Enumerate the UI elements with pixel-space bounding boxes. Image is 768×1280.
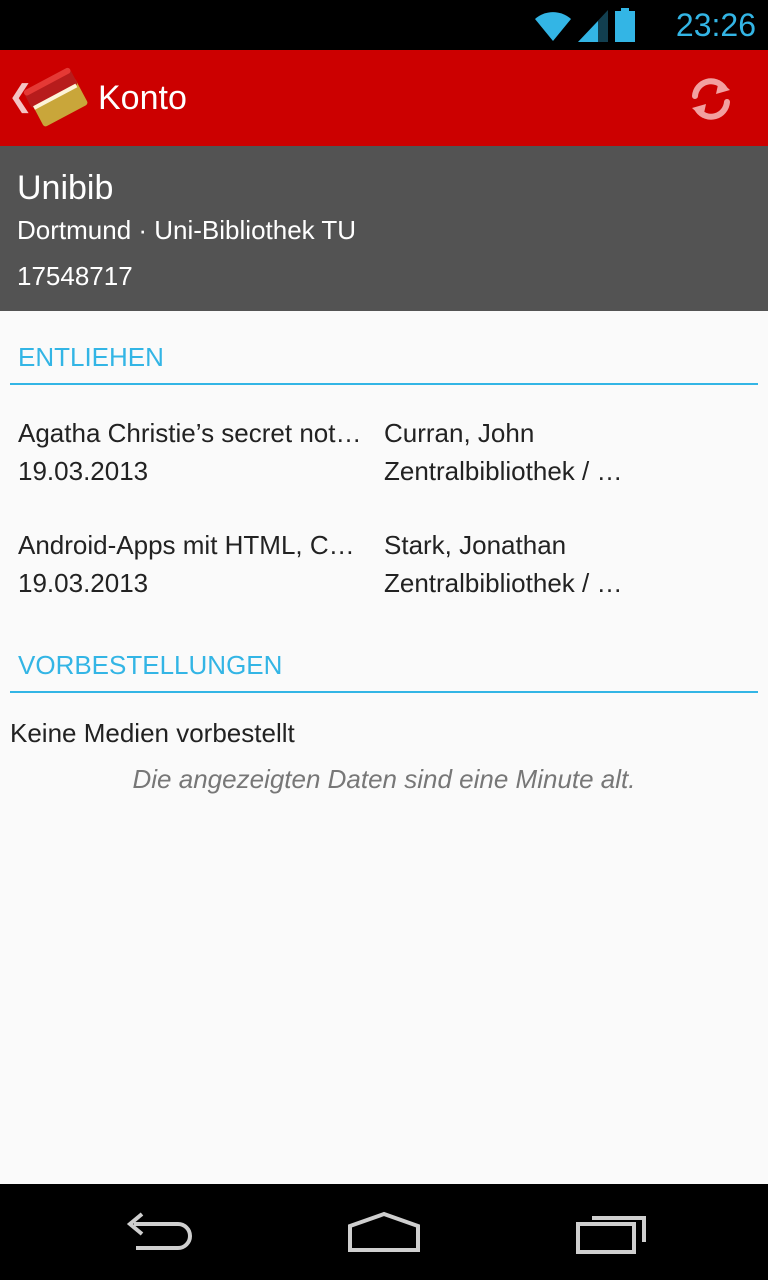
signal-icon [578,10,608,42]
item-due-date: 19.03.2013 [18,568,149,598]
item-branch: Zentralbibliothek / … [384,568,623,598]
item-author: Curran, John [384,418,535,448]
refresh-icon[interactable] [686,74,736,124]
item-author: Stark, Jonathan [384,530,567,560]
account-name: Unibib [17,169,114,207]
wifi-icon [535,12,571,41]
library-name: Dortmund · Uni-Bibliothek TU [17,215,357,245]
lent-item[interactable]: Agatha Christie’s secret not… 19.03.2013… [18,414,758,506]
reservations-empty-text: Keine Medien vorbestellt [10,718,295,748]
data-age-note: Die angezeigten Daten sind eine Minute a… [132,764,636,794]
item-title: Android-Apps mit HTML, C… [18,530,355,560]
action-bar: ❮ Konto [0,50,768,146]
recent-apps-icon[interactable] [568,1204,658,1260]
back-icon[interactable] [114,1204,204,1260]
item-left-column: Android-Apps mit HTML, C… 19.03.2013 [18,526,384,602]
item-title: Agatha Christie’s secret not… [18,418,362,448]
account-number: 17548717 [17,261,133,291]
item-left-column: Agatha Christie’s secret not… 19.03.2013 [18,414,384,490]
navigation-bar [0,1184,768,1280]
book-app-icon[interactable] [22,64,92,132]
item-right-column: Curran, John Zentralbibliothek / … [384,414,642,490]
section-header-lent: ENTLIEHEN [10,340,758,385]
lent-item[interactable]: Android-Apps mit HTML, C… 19.03.2013 Sta… [18,526,758,618]
page-title: Konto [98,79,187,117]
account-header: Unibib Dortmund · Uni-Bibliothek TU 1754… [0,146,768,311]
item-due-date: 19.03.2013 [18,456,149,486]
section-header-reservations: VORBESTELLUNGEN [10,648,758,693]
clock: 23:26 [675,7,756,43]
battery-icon [615,8,635,42]
item-branch: Zentralbibliothek / … [384,456,623,486]
status-bar: 23:26 [0,0,768,50]
home-icon[interactable] [340,1204,430,1260]
item-right-column: Stark, Jonathan Zentralbibliothek / … [384,526,642,602]
status-icons [534,8,636,42]
